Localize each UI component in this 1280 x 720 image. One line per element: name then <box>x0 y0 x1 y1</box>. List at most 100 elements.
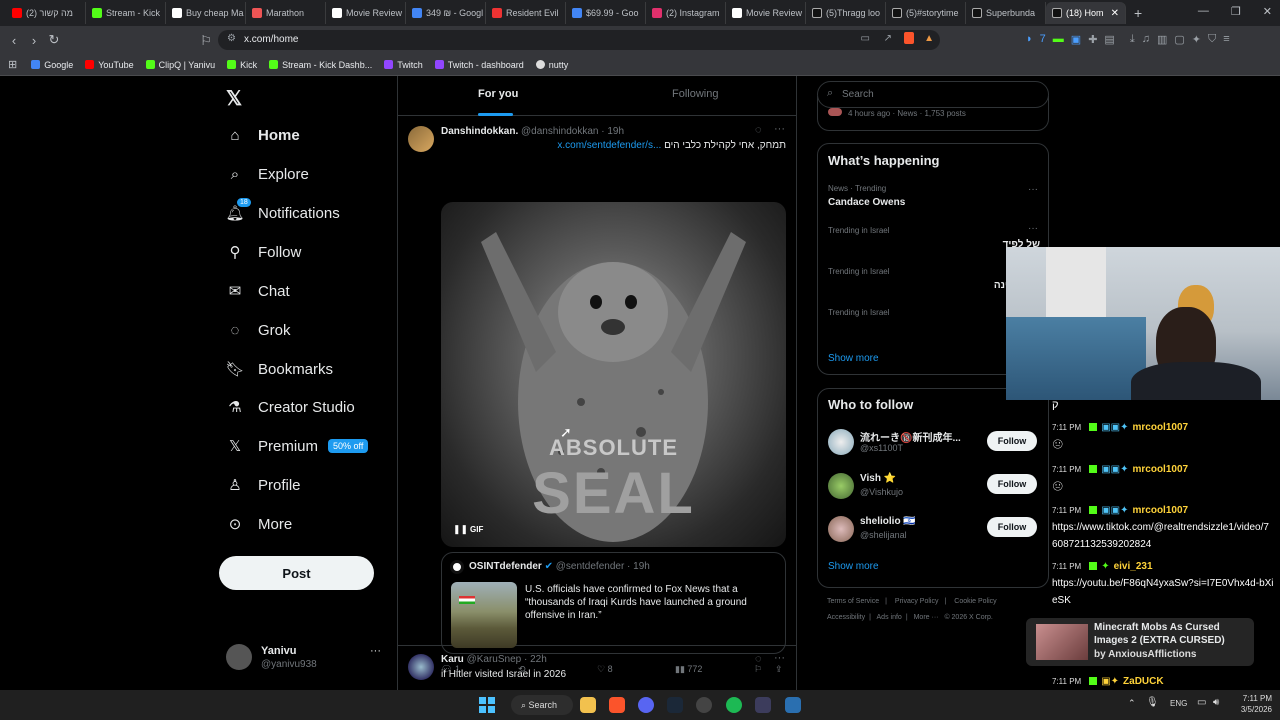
steam-icon[interactable] <box>667 697 683 713</box>
author-handle[interactable]: @KaruSnep · 22h <box>467 654 547 665</box>
grok-explain-icon[interactable]: ◌ <box>755 124 762 136</box>
bookmark-item[interactable]: nutty <box>535 60 568 70</box>
footer-link[interactable]: Ads info <box>877 614 902 621</box>
close-window-icon[interactable]: ✕ <box>1263 5 1272 18</box>
microphone-icon[interactable]: 🎙︎ <box>1146 697 1159 708</box>
network-icon[interactable]: ▭ <box>1197 697 1206 708</box>
back-icon[interactable]: ‹ <box>4 33 24 48</box>
browser-tab[interactable]: $69.99 - Goo <box>566 2 646 24</box>
post-time[interactable]: · 19h <box>601 126 624 137</box>
bookmark-item[interactable]: Kick <box>227 60 257 70</box>
new-tab-button[interactable]: + <box>1134 5 1142 21</box>
cast-icon[interactable]: ▭ <box>861 33 870 44</box>
browser-tab[interactable]: Superbunda <box>966 2 1046 24</box>
url-field[interactable]: ⚙ x.com/home ▭ ↗ ▲ <box>218 30 940 50</box>
grok-explain-icon[interactable]: ◌ <box>755 653 762 665</box>
browser-tab[interactable]: Resident Evil <box>486 2 566 24</box>
extension-icon[interactable]: ▤ <box>1104 33 1114 46</box>
trend-item[interactable]: Trending in Israel <box>828 308 1008 317</box>
browser-tab[interactable]: (5)#storytime <box>886 2 966 24</box>
sidebar-icon[interactable]: ▥ <box>1157 33 1167 46</box>
brave-icon[interactable] <box>609 697 625 713</box>
browser-tab[interactable]: Movie Review <box>326 2 406 24</box>
bookmark-item[interactable]: YouTube <box>85 60 134 70</box>
language-indicator[interactable]: ENG <box>1170 699 1187 708</box>
taskbar-search[interactable]: ⌕ Search <box>511 695 573 715</box>
vpn-icon[interactable]: ⛉ <box>1208 33 1216 46</box>
nav-item-explore[interactable]: ⌕ Explore <box>226 165 309 183</box>
avatar[interactable] <box>408 126 434 152</box>
extension-icon[interactable]: ◗ <box>1026 33 1033 46</box>
nav-item-notifications[interactable]: 🔔︎ 18 Notifications <box>225 198 340 222</box>
bookmark-page-icon[interactable]: ⚐ <box>196 33 216 49</box>
file-explorer-icon[interactable] <box>580 697 596 713</box>
menu-icon[interactable]: ≡ <box>1223 33 1229 46</box>
more-dots-icon[interactable]: ··· <box>370 645 381 657</box>
nav-item-more[interactable]: ⊙ More <box>226 515 292 534</box>
pause-icon[interactable]: ❚❚ <box>453 524 468 535</box>
tab-following[interactable]: Following <box>672 88 718 100</box>
browser-tab[interactable]: Stream - Kick <box>86 2 166 24</box>
nav-item-grok[interactable]: ◌ Grok <box>226 321 291 339</box>
more-dots-icon[interactable]: ··· <box>774 123 785 135</box>
nav-item-follow[interactable]: ⚲ Follow <box>226 243 302 262</box>
more-dots-icon[interactable]: ··· <box>1028 184 1038 195</box>
nav-item-premium[interactable]: 𝕏 Premium 50% off <box>226 437 369 455</box>
author-name[interactable]: Danshindokkan. <box>441 126 518 137</box>
minimize-icon[interactable]: — <box>1198 5 1209 18</box>
media-icon[interactable]: ♫ <box>1142 33 1150 46</box>
leo-icon[interactable]: ✦ <box>1192 33 1201 46</box>
footer-link[interactable]: Privacy Policy <box>895 598 939 605</box>
extension-icon[interactable]: 7 <box>1040 33 1046 46</box>
post-button[interactable]: Post <box>219 556 374 590</box>
share-icon[interactable]: ↗ <box>884 33 892 44</box>
close-tab-icon[interactable]: ✕ <box>1111 8 1119 19</box>
avatar[interactable] <box>408 654 434 680</box>
news-card[interactable]: 4 hours ago · News · 1,753 posts <box>817 96 1049 131</box>
post[interactable]: Danshindokkan. @danshindokkan · 19h ◌ ··… <box>398 116 796 674</box>
reload-icon[interactable]: ↻ <box>44 32 64 48</box>
gif-media[interactable]: ABSOLUTE SEAL ❚❚ GIF <box>441 202 786 547</box>
app-icon[interactable] <box>785 697 801 713</box>
download-icon[interactable]: ⤓ <box>1130 33 1135 46</box>
x-logo-icon[interactable]: 𝕏 <box>226 86 242 111</box>
windows-start-icon[interactable] <box>479 697 495 713</box>
bookmark-item[interactable]: ClipQ | Yanivu <box>145 60 215 70</box>
nav-item-creator-studio[interactable]: ⚗ Creator Studio <box>226 398 354 417</box>
extension-icon[interactable]: ▣ <box>1071 33 1081 46</box>
video-notification[interactable]: Minecraft Mobs As Cursed Images 2 (EXTRA… <box>1026 618 1254 666</box>
wallet-icon[interactable]: ▢ <box>1174 33 1184 46</box>
bookmark-item[interactable]: Twitch <box>384 60 423 70</box>
browser-tab[interactable]: Buy cheap Ma <box>166 2 246 24</box>
browser-tab-active[interactable]: (18) Hom ✕ <box>1046 2 1126 24</box>
bookmark-item[interactable]: Stream - Kick Dashb... <box>269 60 372 70</box>
trend-item[interactable]: Trending in Israel ינה <box>828 267 1008 291</box>
browser-tab[interactable]: Marathon <box>246 2 326 24</box>
tray-expand-icon[interactable]: ⌃ <box>1128 698 1136 709</box>
browser-tab[interactable]: Movie Review <box>726 2 806 24</box>
post-link[interactable]: x.com/sentdefender/s... <box>557 140 661 151</box>
nav-item-bookmarks[interactable]: 🔖︎ Bookmarks <box>225 360 333 379</box>
extension-icon[interactable]: ▬ <box>1053 33 1064 46</box>
forward-icon[interactable]: › <box>24 33 44 48</box>
bookmark-item[interactable]: Google <box>31 60 73 70</box>
footer-link[interactable]: Terms of Service <box>827 598 879 605</box>
tab-for-you[interactable]: For you <box>478 88 518 100</box>
show-more-link[interactable]: Show more <box>828 561 879 572</box>
author-name[interactable]: Karu <box>441 654 464 665</box>
nav-item-profile[interactable]: ♙ Profile <box>226 476 300 495</box>
trend-item[interactable]: News · Trending Candace Owens ··· <box>828 184 1040 208</box>
volume-icon[interactable]: 🔊︎ <box>1213 697 1219 708</box>
nav-item-home[interactable]: ⌂ Home <box>226 126 299 144</box>
clock[interactable]: 7:11 PM 3/5/2026 <box>1232 693 1272 715</box>
brave-rewards-icon[interactable]: ▲ <box>924 33 934 44</box>
app-icon[interactable] <box>755 697 771 713</box>
follow-button[interactable]: Follow <box>987 517 1037 537</box>
nav-item-chat[interactable]: ✉ Chat <box>226 282 290 301</box>
bookmark-item[interactable]: Twitch - dashboard <box>434 60 524 70</box>
more-dots-icon[interactable]: ··· <box>774 652 785 664</box>
author-handle[interactable]: @danshindokkan <box>521 126 598 137</box>
footer-link[interactable]: Cookie Policy <box>954 598 996 605</box>
maximize-icon[interactable]: ❐ <box>1231 5 1241 18</box>
footer-link[interactable]: Accessibility <box>827 614 865 621</box>
